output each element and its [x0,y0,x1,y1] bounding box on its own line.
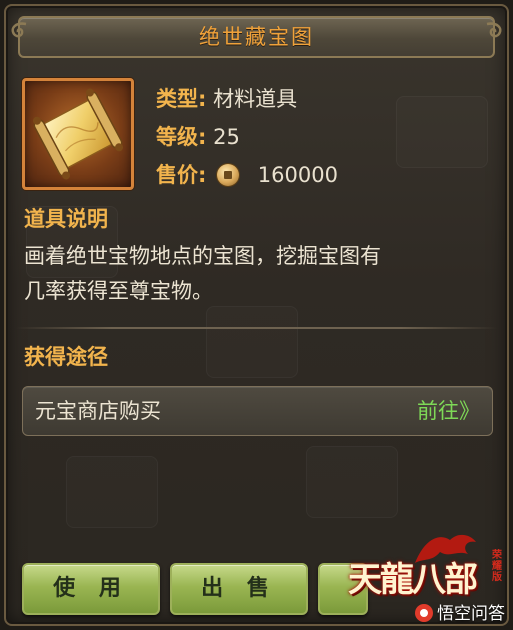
background-slot [66,456,158,528]
use-button[interactable]: 使 用 [22,563,160,615]
watermark-text: 悟空问答 [437,604,505,624]
item-price-row: 售价: 160000 [156,160,338,190]
background-slot [306,446,398,518]
logo-text: 天龍八部 [348,560,478,600]
item-level-row: 等级: 25 [156,122,240,152]
copper-coin-icon [217,164,240,186]
sell-button[interactable]: 出 售 [170,563,308,615]
watermark: 悟空问答 [415,602,505,626]
corner-ornament-right-icon [486,22,502,38]
description-line: 画着绝世宝物地点的宝图，挖掘宝图有 [24,244,381,268]
item-level-value: 25 [213,125,240,149]
game-logo: 天龍八部 荣耀版 [340,528,508,604]
treasure-map-scroll-icon [32,88,124,180]
description-heading: 道具说明 [24,207,108,231]
background-slot [206,306,298,378]
item-type-row: 类型: 材料道具 [156,84,297,114]
item-type-value: 材料道具 [213,87,298,111]
wukong-logo-icon [415,604,433,622]
acquire-source-row[interactable]: 元宝商店购买 前往》 [22,386,493,436]
item-type-label: 类型: [156,87,207,111]
corner-ornament-left-icon [11,22,27,38]
dialog-title: 绝世藏宝图 [199,25,314,49]
acquire-source-label: 元宝商店购买 [35,399,161,423]
item-price-label: 售价: [156,163,207,187]
background-slot [396,96,488,168]
logo-subtitle: 荣耀版 [492,550,502,583]
description-line: 几率获得至尊宝物。 [24,279,213,303]
description-text: 画着绝世宝物地点的宝图，挖掘宝图有 几率获得至尊宝物。 [24,239,494,309]
item-price-value: 160000 [257,163,338,187]
acquire-heading: 获得途径 [24,345,108,369]
title-bar: 绝世藏宝图 [18,16,495,58]
item-icon-frame [22,78,134,190]
go-to-shop-link[interactable]: 前往》 [417,387,480,435]
item-level-label: 等级: [156,125,207,149]
section-divider [16,327,497,329]
